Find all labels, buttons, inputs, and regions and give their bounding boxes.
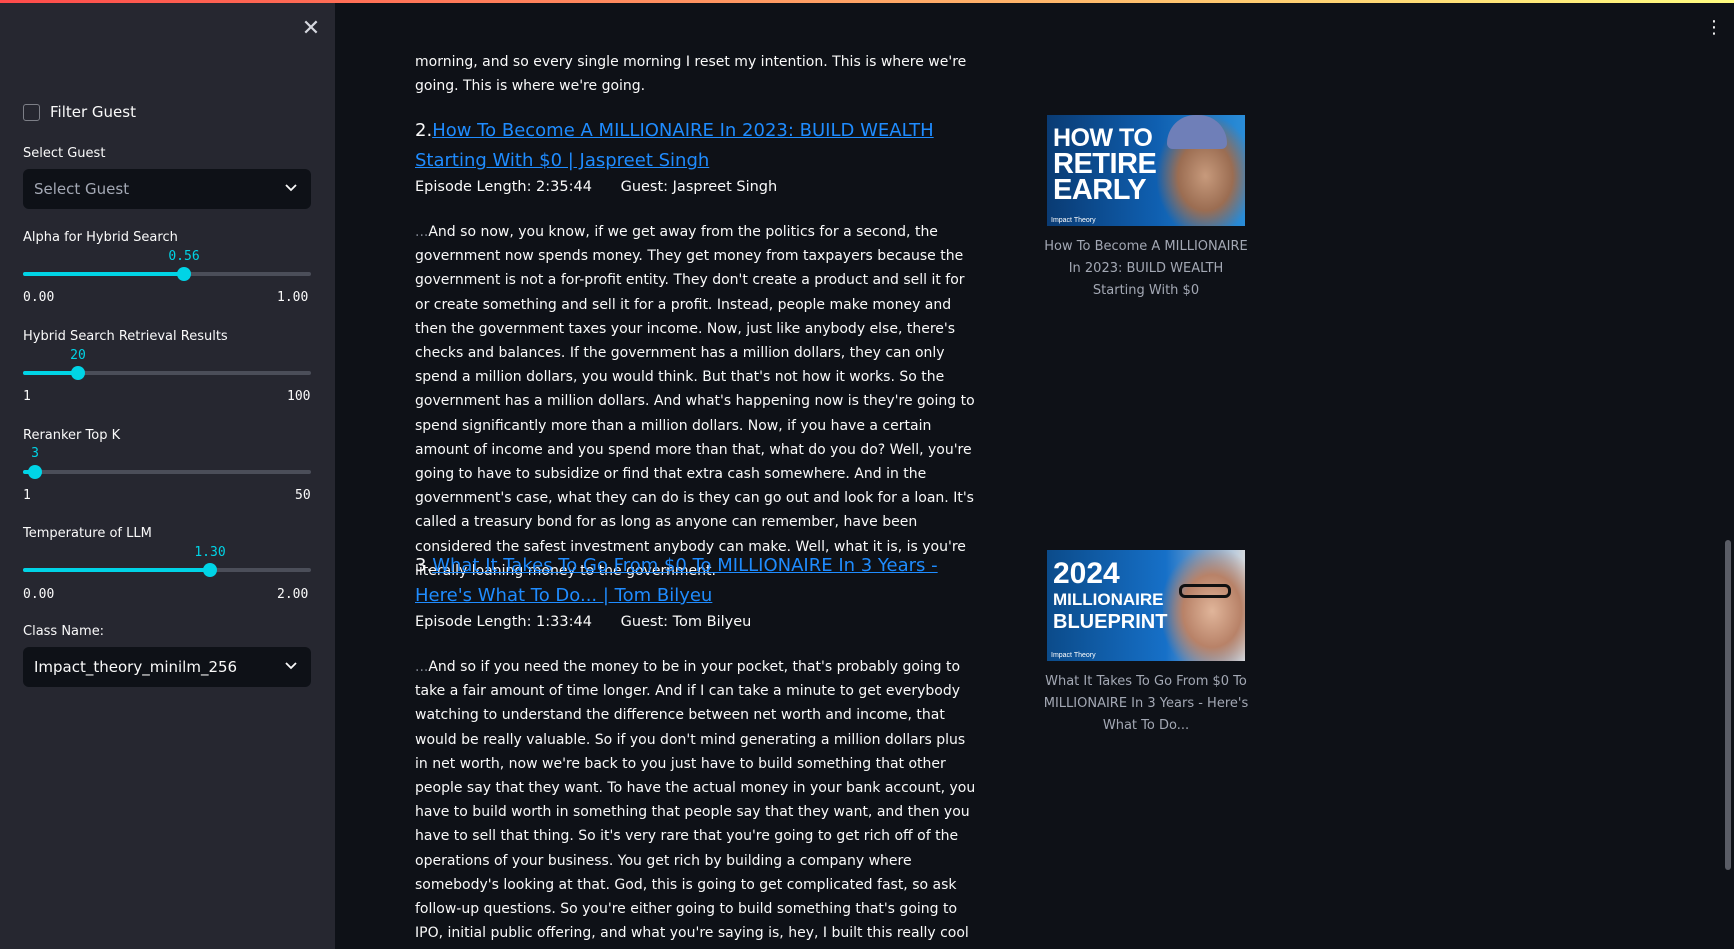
- temperature-label: Temperature of LLM: [23, 526, 152, 541]
- thumbnail-brand: Impact Theory: [1051, 652, 1096, 659]
- retrieval-slider-fill: [23, 371, 79, 375]
- result-text: ...And so now, you know, if we get away …: [415, 220, 980, 583]
- reranker-min: 1: [23, 488, 31, 503]
- main-content: ⋮ morning, and so every single morning I…: [335, 3, 1734, 949]
- result-number: 2.: [415, 120, 433, 141]
- result-text: ...And so if you need the money to be in…: [415, 655, 980, 949]
- reranker-max: 50: [295, 488, 311, 503]
- select-guest-label: Select Guest: [23, 146, 106, 161]
- retrieval-max: 100: [287, 389, 311, 404]
- temperature-slider-handle[interactable]: [203, 563, 218, 577]
- alpha-slider[interactable]: [23, 267, 311, 281]
- alpha-value: 0.56: [168, 249, 200, 264]
- thumbnail-glasses: [1179, 584, 1231, 598]
- reranker-slider-handle[interactable]: [27, 465, 42, 479]
- guest-name: Guest: Jaspreet Singh: [620, 179, 778, 195]
- result-title: 3.What It Takes To Go From $0 To MILLION…: [415, 551, 970, 611]
- result-thumbnail[interactable]: HOW TO RETIRE EARLY Impact Theory: [1047, 115, 1245, 226]
- result-meta: Episode Length: 1:33:44 Guest: Tom Bilye…: [415, 614, 775, 630]
- episode-length: Episode Length: 1:33:44: [415, 614, 592, 630]
- main-scrollbar[interactable]: [1725, 540, 1731, 870]
- thumbnail-caption: What It Takes To Go From $0 To MILLIONAI…: [1043, 674, 1249, 733]
- previous-result-tail: morning, and so every single morning I r…: [415, 54, 967, 95]
- temperature-value: 1.30: [194, 545, 226, 560]
- reranker-slider[interactable]: [23, 465, 311, 479]
- retrieval-slider-handle[interactable]: [71, 366, 86, 380]
- alpha-label: Alpha for Hybrid Search: [23, 230, 178, 245]
- ellipsis: ...: [415, 659, 429, 675]
- temperature-min: 0.00: [23, 587, 55, 602]
- result-text-body: And so if you need the money to be in yo…: [415, 659, 976, 942]
- retrieval-label: Hybrid Search Retrieval Results: [23, 329, 228, 344]
- temperature-slider[interactable]: [23, 563, 311, 577]
- result-thumbnail[interactable]: 2024 MILLIONAIRE BLUEPRINT Impact Theory: [1047, 550, 1245, 661]
- alpha-max: 1.00: [277, 290, 309, 305]
- result-text-body: And so now, you know, if we get away fro…: [415, 224, 975, 579]
- close-sidebar-icon[interactable]: ✕: [300, 18, 322, 40]
- retrieval-min: 1: [23, 389, 31, 404]
- result-link[interactable]: What It Takes To Go From $0 To MILLIONAI…: [415, 555, 938, 606]
- ellipsis: ...: [415, 224, 429, 240]
- result-link[interactable]: How To Become A MILLIONAIRE In 2023: BUI…: [415, 120, 934, 171]
- select-guest-placeholder: Select Guest: [34, 180, 130, 198]
- retrieval-value: 20: [70, 348, 86, 363]
- thumbnail-text: 2024 MILLIONAIRE BLUEPRINT: [1053, 557, 1168, 634]
- alpha-slider-handle[interactable]: [177, 267, 192, 281]
- class-name-label: Class Name:: [23, 624, 105, 639]
- chevron-down-icon: [285, 184, 297, 192]
- thumbnail-caption: How To Become A MILLIONAIRE In 2023: BUI…: [1044, 239, 1248, 298]
- main-menu-icon[interactable]: ⋮: [1704, 17, 1724, 38]
- result-title: 2.How To Become A MILLIONAIRE In 2023: B…: [415, 116, 970, 176]
- temperature-max: 2.00: [277, 587, 309, 602]
- episode-length: Episode Length: 2:35:44: [415, 179, 592, 195]
- filter-guest-label: Filter Guest: [50, 103, 136, 121]
- checkbox-box[interactable]: [23, 103, 40, 121]
- result-number: 3.: [415, 555, 433, 576]
- thumbnail-brand: Impact Theory: [1051, 217, 1096, 224]
- alpha-min: 0.00: [23, 290, 55, 305]
- result-meta: Episode Length: 2:35:44 Guest: Jaspreet …: [415, 179, 801, 195]
- select-guest-dropdown[interactable]: Select Guest: [23, 169, 311, 209]
- retrieval-slider[interactable]: [23, 366, 311, 380]
- sidebar: ✕ Filter Guest Select Guest Select Guest…: [0, 3, 335, 949]
- temperature-slider-fill: [23, 568, 211, 572]
- guest-name: Guest: Tom Bilyeu: [620, 614, 752, 630]
- reranker-value: 3: [31, 446, 39, 461]
- reranker-label: Reranker Top K: [23, 428, 121, 443]
- thumbnail-text: HOW TO RETIRE EARLY: [1053, 124, 1157, 206]
- thumbnail-portrait: [1163, 550, 1245, 661]
- class-name-dropdown[interactable]: Impact_theory_minilm_256: [23, 647, 311, 687]
- class-name-value: Impact_theory_minilm_256: [34, 658, 238, 676]
- app: ✕ Filter Guest Select Guest Select Guest…: [0, 0, 1734, 949]
- filter-guest-checkbox[interactable]: Filter Guest: [23, 103, 136, 121]
- alpha-slider-fill: [23, 272, 185, 276]
- chevron-down-icon: [285, 662, 297, 670]
